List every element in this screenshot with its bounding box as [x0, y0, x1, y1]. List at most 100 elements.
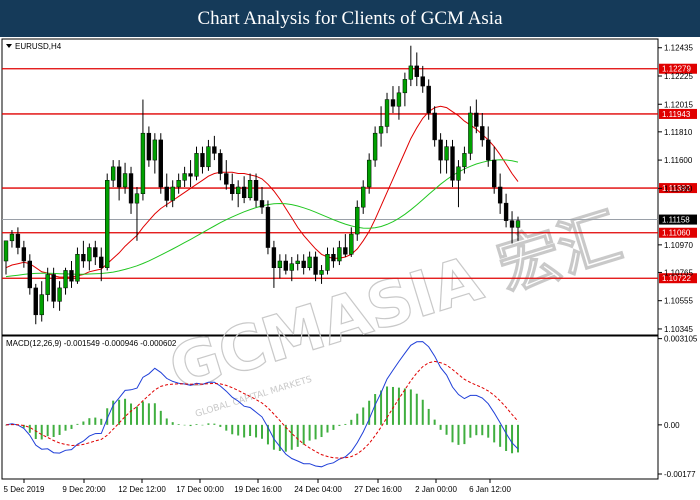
current-price-label: 1.11158	[662, 216, 690, 225]
candle-body-up	[236, 186, 241, 194]
macd-histogram-bar	[356, 413, 359, 425]
candle-body-down	[188, 173, 193, 177]
macd-histogram-bar	[70, 424, 73, 429]
price-tick-label: 1.10765	[664, 268, 693, 277]
candle-body-up	[462, 153, 467, 168]
candle-body-up	[295, 260, 300, 264]
price-tick-label: 1.12435	[664, 44, 693, 53]
candle-body-down	[21, 247, 27, 262]
price-tick-label: 1.10345	[664, 325, 693, 334]
macd-histogram-bar	[284, 424, 287, 452]
candle-body-down	[224, 173, 229, 185]
macd-histogram-bar	[64, 424, 67, 431]
macd-histogram-bar	[338, 424, 341, 426]
macd-histogram-bar	[147, 403, 150, 425]
candle-body-up	[361, 186, 366, 208]
candle-body-down	[265, 206, 271, 248]
macd-histogram-bar	[380, 390, 383, 425]
candle	[450, 139, 455, 187]
candle-body-down	[164, 186, 169, 201]
candle-body-down	[283, 260, 288, 271]
price-tick-label: 1.12225	[664, 72, 693, 81]
candle-body-down	[390, 99, 396, 107]
candle-body-down	[253, 180, 259, 201]
macd-histogram-bar	[52, 424, 55, 438]
x-tick-label: 24 Dec 04:00	[294, 485, 342, 494]
candle-body-down	[503, 202, 509, 221]
macd-histogram-bar	[255, 424, 258, 438]
macd-histogram-bar	[58, 424, 61, 435]
macd-histogram-bar	[213, 423, 216, 425]
candle-body-down	[259, 200, 265, 208]
candle-body-up	[39, 294, 44, 316]
candle-body-up	[194, 153, 199, 177]
candle-body-down	[313, 256, 318, 275]
candle-body-down	[241, 186, 247, 199]
candle-body-down	[69, 270, 74, 282]
candle	[468, 106, 473, 161]
candle-body-down	[414, 65, 419, 77]
macd-histogram-bar	[237, 424, 240, 436]
candle-body-down	[218, 153, 223, 174]
candle-body-down	[51, 274, 56, 302]
macd-histogram-bar	[344, 423, 347, 425]
candle-body-down	[200, 153, 205, 168]
candle-body-up	[9, 233, 15, 242]
macd-histogram-bar	[189, 424, 192, 427]
candle-body-up	[170, 186, 175, 201]
forex-chart: GCMASIA 宏汇GLOBAL CAPITAL MARKETS 1.12279…	[1, 38, 698, 494]
candle-body-down	[158, 139, 163, 188]
macd-histogram-bar	[374, 394, 377, 425]
candle-body-down	[93, 247, 98, 258]
macd-histogram-bar	[76, 423, 79, 425]
macd-histogram-bar	[100, 418, 103, 425]
candle-body-up	[134, 193, 140, 204]
macd-histogram-bar	[386, 386, 389, 425]
candle-body-up	[277, 260, 283, 268]
candle-body-up	[206, 146, 211, 168]
candle-body-up	[289, 263, 294, 271]
macd-histogram-bar	[499, 424, 502, 447]
macd-histogram-bar	[391, 386, 394, 425]
candle-body-up	[247, 180, 253, 199]
macd-histogram-bar	[451, 424, 454, 443]
macd-histogram-bar	[88, 418, 91, 425]
macd-histogram-bar	[320, 424, 323, 438]
candle-body-down	[271, 247, 277, 268]
candle-body-up	[402, 79, 408, 94]
macd-histogram-bar	[153, 403, 156, 425]
candle-body-up	[355, 206, 360, 235]
candle-body-down	[116, 166, 122, 188]
macd-histogram-bar	[314, 424, 317, 440]
macd-histogram-bar	[118, 399, 121, 425]
candle-body-down	[212, 146, 217, 154]
macd-histogram-bar	[261, 424, 263, 439]
macd-histogram-bar	[177, 424, 180, 425]
macd-histogram-bar	[481, 424, 484, 436]
macd-histogram-bar	[40, 424, 43, 440]
candle-body-down	[420, 76, 425, 87]
macd-histogram-bar	[308, 424, 311, 441]
candle-body-up	[87, 247, 92, 262]
candle-body-down	[480, 126, 485, 141]
candle-body-down	[331, 254, 336, 262]
candle-body-up	[372, 132, 378, 161]
macd-histogram-bar	[135, 406, 138, 425]
candle-body-up	[182, 173, 187, 181]
x-tick-label: 17 Dec 00:00	[176, 485, 224, 494]
x-tick-label: 27 Dec 16:00	[354, 485, 402, 494]
macd-histogram-bar	[231, 424, 234, 435]
candle-body-down	[128, 173, 134, 204]
macd-histogram-bar	[403, 388, 406, 425]
x-tick-label: 6 Jan 12:00	[469, 485, 511, 494]
macd-tick-label: 0.003105	[664, 335, 698, 344]
candle	[105, 173, 110, 271]
macd-histogram-bar	[326, 424, 329, 433]
candle-body-up	[176, 180, 181, 188]
macd-histogram-bar	[350, 419, 353, 425]
candle-body-up	[325, 254, 330, 271]
candle-body-up	[110, 166, 116, 181]
macd-histogram-bar	[475, 424, 478, 436]
macd-histogram-bar	[362, 407, 365, 425]
candle-body-up	[140, 132, 146, 194]
